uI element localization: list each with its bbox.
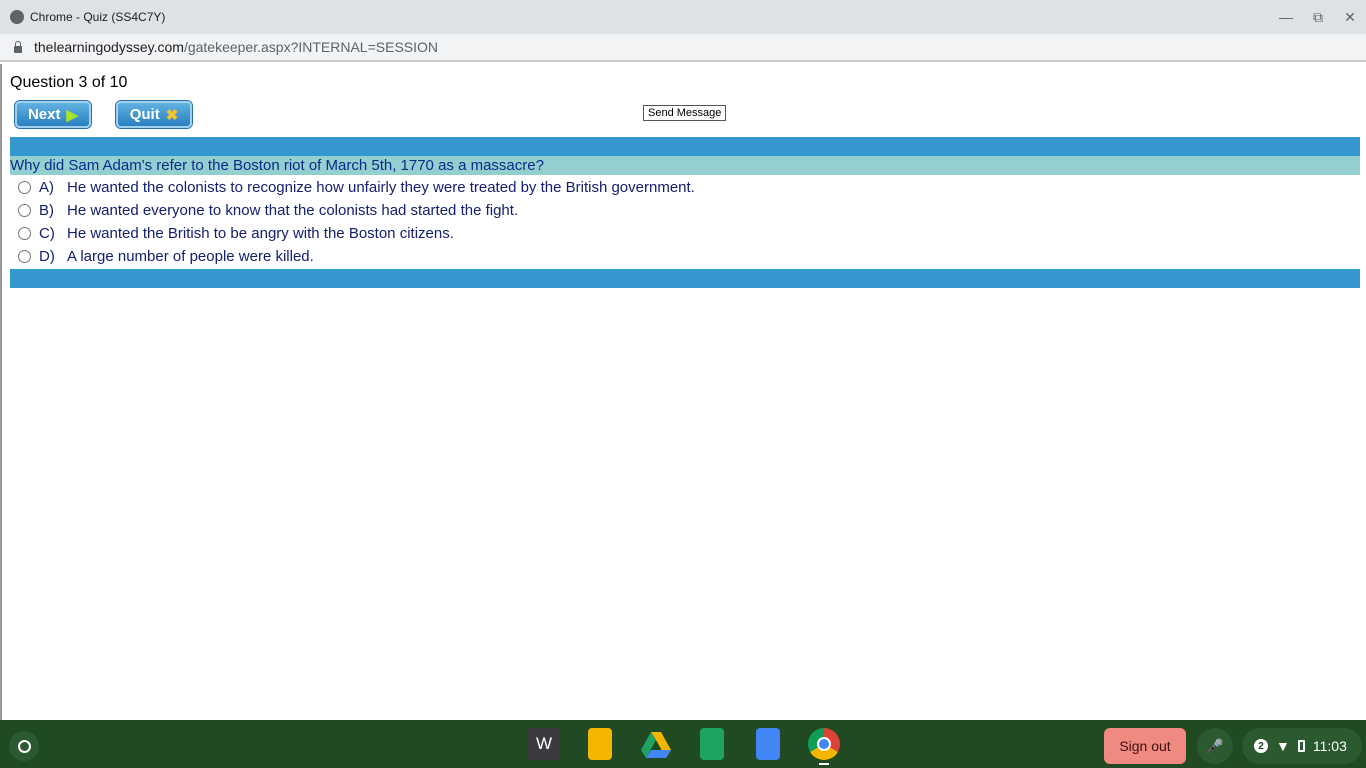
- question-progress: Question 3 of 10: [10, 74, 128, 91]
- option-a[interactable]: A) He wanted the colonists to recognize h…: [18, 179, 695, 196]
- url-text[interactable]: thelearningodyssey.com/gatekeeper.aspx?I…: [34, 39, 438, 55]
- address-bar[interactable]: thelearningodyssey.com/gatekeeper.aspx?I…: [0, 34, 1366, 62]
- microphone-icon[interactable]: 🎤: [1197, 728, 1233, 764]
- sheets-icon[interactable]: [700, 728, 724, 760]
- restore-icon[interactable]: ⧉: [1302, 0, 1334, 34]
- radio-b[interactable]: [18, 204, 31, 217]
- radio-c[interactable]: [18, 227, 31, 240]
- send-message-button[interactable]: Send Message: [643, 105, 727, 121]
- header-band: [10, 137, 1360, 156]
- launcher-button[interactable]: [9, 731, 39, 761]
- drive-icon[interactable]: [640, 728, 672, 760]
- circle-icon: [17, 739, 31, 753]
- docs-icon[interactable]: [756, 728, 780, 760]
- radio-d[interactable]: [18, 250, 31, 263]
- close-icon[interactable]: ✕: [1334, 0, 1366, 34]
- next-button[interactable]: Next ▶: [15, 101, 91, 128]
- battery-icon: [1297, 740, 1305, 752]
- url-domain: thelearningodyssey.com: [34, 39, 184, 55]
- lock-icon: [14, 40, 22, 53]
- slides-icon[interactable]: [588, 728, 612, 760]
- option-d[interactable]: D) A large number of people were killed.: [18, 248, 314, 265]
- next-label: Next: [27, 106, 61, 123]
- notification-badge: 2: [1254, 739, 1268, 753]
- title-bar: Chrome - Quiz (SS4C7Y) — ⧉ ✕: [0, 0, 1366, 34]
- active-app-indicator: [819, 763, 829, 765]
- play-icon: ▶: [66, 106, 79, 124]
- clock: 11:03: [1312, 738, 1347, 754]
- sign-out-button[interactable]: Sign out: [1104, 728, 1186, 764]
- chrome-icon[interactable]: [808, 728, 840, 760]
- w-app-icon[interactable]: W: [528, 728, 560, 760]
- globe-icon: [10, 10, 24, 24]
- option-b[interactable]: B) He wanted everyone to know that the co…: [18, 202, 518, 219]
- quit-button[interactable]: Quit ✖: [116, 101, 192, 128]
- minimize-icon[interactable]: —: [1270, 0, 1302, 34]
- x-icon: ✖: [165, 106, 179, 124]
- footer-band: [10, 269, 1360, 288]
- window-title: Chrome - Quiz (SS4C7Y): [30, 10, 166, 24]
- status-tray[interactable]: 2 ▼ 11:03: [1242, 728, 1362, 764]
- radio-a[interactable]: [18, 181, 31, 194]
- question-text: Why did Sam Adam's refer to the Boston r…: [10, 156, 1360, 175]
- option-c[interactable]: C) He wanted the British to be angry with…: [18, 225, 454, 242]
- url-path: /gatekeeper.aspx?INTERNAL=SESSION: [183, 39, 439, 55]
- wifi-icon: ▼: [1276, 738, 1290, 754]
- quiz-page: Question 3 of 10 Next ▶ Quit ✖ Send Messag…: [0, 64, 1366, 720]
- quit-label: Quit: [129, 106, 160, 123]
